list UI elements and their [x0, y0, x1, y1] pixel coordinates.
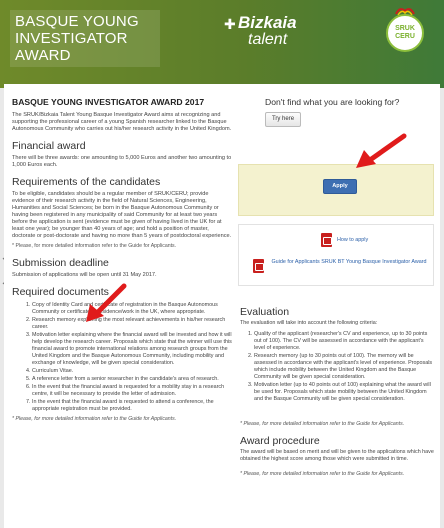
award-heading: Award procedure — [240, 435, 320, 447]
bizkaia-star-icon: ✚ — [224, 16, 236, 32]
list-item: In the event that the financial award is… — [32, 399, 232, 413]
award-text: The award will be based on merit and wil… — [240, 449, 434, 462]
intro-text: The SRUK/Bizkaia Talent Young Basque Inv… — [12, 112, 232, 132]
sidebar: Don't find what you are looking for? Try… — [238, 84, 436, 477]
list-item: Curriculum Vitae. — [32, 368, 232, 375]
banner-title-line1: BASQUE YOUNG — [15, 13, 139, 30]
financial-text: There will be three awards: one amountin… — [12, 155, 232, 168]
page-title: BASQUE YOUNG INVESTIGATOR AWARD 2017 — [12, 97, 205, 107]
criteria-list: Quality of the applicant (researcher's C… — [240, 331, 434, 404]
deadline-text: Submission of applications will be open … — [12, 272, 157, 278]
list-item: Copy of Identity Card and certificate of… — [32, 302, 232, 316]
how-to-apply-link[interactable]: How to apply — [337, 236, 368, 244]
list-item: Motivation letter (up to 40 points out o… — [254, 382, 434, 403]
sruk-ceru-logo[interactable]: SRUK CERU — [386, 8, 424, 52]
award-banner-title: BASQUE YOUNG INVESTIGATOR AWARD — [10, 10, 160, 67]
deadline-heading: Submission deadline — [12, 257, 109, 269]
logo-text: SRUK CERU — [395, 25, 415, 40]
requirements-text: To be eligible, candidates should be a r… — [12, 191, 232, 239]
red-arrow-annotation — [86, 283, 127, 322]
requirements-note: * Please, for more detailed information … — [12, 243, 177, 249]
bizkaia-talent-logo[interactable]: ✚ Bizkaia talent — [224, 13, 297, 48]
list-item: Motivation letter explaining where the f… — [32, 332, 232, 367]
documents-panel: How to apply Guide for Applicants SRUK B… — [238, 224, 434, 286]
brand-line2: talent — [248, 31, 288, 48]
evaluation-heading: Evaluation — [240, 306, 290, 318]
evaluation-note: * Please, for more detailed information … — [240, 421, 405, 427]
list-item: Research memory explaining the most rele… — [32, 317, 232, 331]
pdf-icon[interactable] — [321, 233, 332, 247]
try-here-button[interactable]: Try here — [265, 112, 301, 127]
financial-heading: Financial award — [12, 140, 86, 152]
evaluation-intro: The evaluation will take into account th… — [240, 320, 378, 326]
list-item: Research memory (up to 30 points out of … — [254, 353, 434, 381]
list-item: A reference letter from a senior researc… — [32, 376, 232, 383]
pdf-icon[interactable] — [253, 259, 264, 273]
list-item: Quality of the applicant (researcher's C… — [254, 331, 434, 352]
find-question: Don't find what you are looking for? — [265, 97, 400, 107]
main-column: BASQUE YOUNG INVESTIGATOR AWARD 2017 The… — [12, 84, 232, 423]
list-item: In the event that the financial award is… — [32, 384, 232, 398]
documents-note: * Please, for more detailed information … — [12, 416, 177, 422]
brand-line1: Bizkaia — [238, 13, 297, 32]
site-header: BASQUE YOUNG INVESTIGATOR AWARD ✚ Bizkai… — [0, 0, 444, 88]
award-note: * Please, for more detailed information … — [240, 471, 405, 477]
guide-link[interactable]: Guide for Applicants SRUK BT Young Basqu… — [269, 258, 429, 267]
apply-button[interactable]: Apply — [323, 179, 357, 194]
banner-title-line2: INVESTIGATOR AWARD — [15, 30, 128, 64]
red-arrow-annotation — [356, 133, 407, 168]
requirements-heading: Requirements of the candidates — [12, 176, 161, 188]
